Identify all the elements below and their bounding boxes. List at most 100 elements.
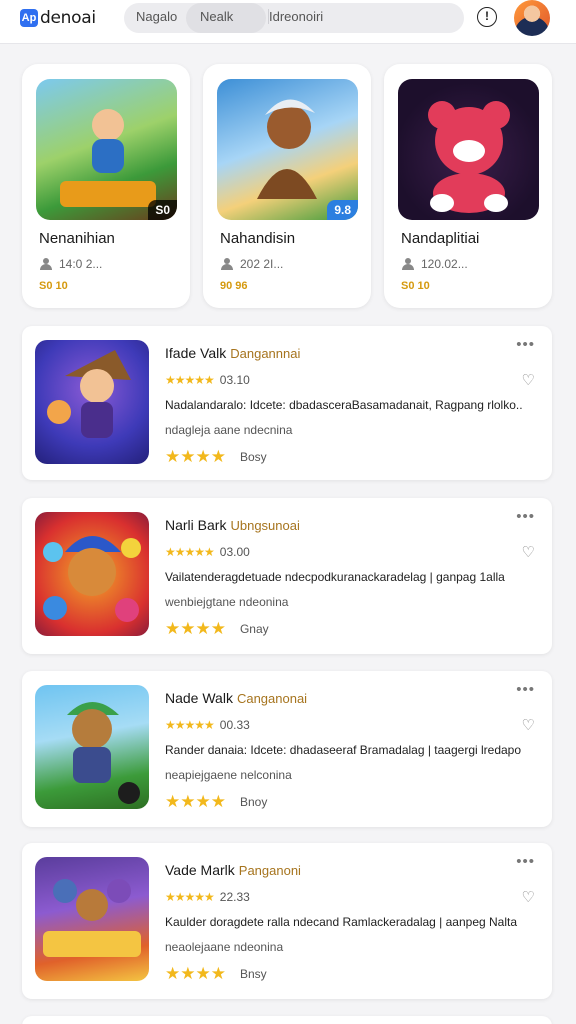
item-name: Nade Walk [165, 690, 233, 706]
item-footer: ★★★★ Bosy [165, 447, 267, 467]
item-subtitle: ndagleja aane ndecnina [165, 423, 293, 437]
item-name: Narli Bark [165, 517, 227, 533]
featured-price: S0 10 [401, 280, 430, 292]
installs-count: 120.02... [421, 257, 468, 271]
featured-installs: 120.02... [401, 257, 468, 271]
list-item-partial[interactable] [22, 1016, 552, 1024]
list-item[interactable]: Ifade Valk Dangannnai ★★★★★ 03.10 Nadalan… [22, 326, 552, 480]
item-footer: ★★★★ Gnay [165, 619, 269, 639]
game-art-illustration [43, 879, 141, 957]
rating-value: 03.00 [219, 545, 250, 559]
star-rating-icon: ★★★★★ [165, 545, 215, 559]
item-footer-text: Bosy [239, 450, 267, 464]
featured-game-art [398, 79, 539, 220]
star-rating-icon: ★★★★ [165, 619, 226, 638]
rating-badge: 9.8 [327, 200, 358, 220]
item-title: Narli Bark Ubngsunoai [165, 517, 300, 533]
item-name: Vade Marlk [165, 862, 235, 878]
help-icon[interactable]: ! [477, 7, 497, 27]
rating-value: 00.33 [219, 718, 250, 732]
list-item[interactable]: Vade Marlk Panganoni ★★★★★ 22.33 Kaulder … [22, 843, 552, 999]
person-icon [220, 258, 234, 270]
rating-value: 22.33 [219, 890, 250, 904]
logo-mark: Ap [20, 9, 38, 27]
installs-count: 14:0 2... [59, 257, 103, 271]
item-title: Nade Walk Canganonai [165, 690, 307, 706]
person-icon [401, 258, 415, 270]
segment-search-bar[interactable]: Nagalo Nealk Idreonoiri [124, 3, 464, 33]
star-rating-icon: ★★★★ [165, 964, 226, 983]
featured-price: 90 96 [220, 280, 248, 292]
game-art-illustration [67, 702, 140, 804]
game-art-illustration [257, 99, 317, 199]
rating-value: 03.10 [219, 373, 250, 387]
item-description: Vailatenderagdetuade ndecpodkuranackarad… [165, 570, 505, 584]
item-title: Ifade Valk Dangannnai [165, 345, 300, 361]
featured-game-art: 9.8 [217, 79, 358, 220]
item-rating: ★★★★★ 22.33 [165, 890, 250, 904]
item-rating: ★★★★★ 00.33 [165, 718, 250, 732]
featured-price: S0 10 [39, 280, 68, 292]
heart-icon[interactable]: ♡ [522, 543, 535, 561]
more-icon[interactable]: ••• [516, 853, 535, 870]
app-logo[interactable]: Ap denoai [20, 7, 96, 29]
item-footer: ★★★★ Bnsy [165, 964, 267, 984]
segment-tab-1[interactable]: Nagalo [136, 9, 177, 24]
item-subtitle: neaolejaane ndeonina [165, 940, 284, 954]
heart-icon[interactable]: ♡ [522, 888, 535, 906]
featured-game-art: S0 [36, 79, 177, 220]
game-thumbnail [35, 685, 149, 809]
featured-card[interactable]: S0 Nenanihian 14:0 2... S0 10 [22, 64, 190, 308]
logo-text: denoai [40, 8, 96, 28]
game-thumbnail [35, 340, 149, 464]
item-description: Rander danaia: Idcete: dhadaseeraf Brama… [165, 743, 522, 757]
segment-tab-3[interactable]: Idreonoiri [268, 9, 323, 24]
star-rating-icon: ★★★★★ [165, 718, 215, 732]
item-description: Nadalandaralo: Idcete: dbadasceraBasamad… [165, 398, 523, 412]
more-icon[interactable]: ••• [516, 508, 535, 525]
item-footer-text: Bnsy [239, 967, 267, 981]
more-icon[interactable]: ••• [516, 681, 535, 698]
game-art-illustration [60, 109, 156, 207]
game-thumbnail [35, 857, 149, 981]
star-rating-icon: ★★★★★ [165, 373, 215, 387]
item-subtitle: neapiejgaene nelconina [165, 768, 292, 782]
item-name: Ifade Valk [165, 345, 227, 361]
item-rating: ★★★★★ 03.10 [165, 373, 250, 387]
item-rating: ★★★★★ 03.00 [165, 545, 250, 559]
featured-installs: 14:0 2... [39, 257, 102, 271]
more-icon[interactable]: ••• [516, 336, 535, 353]
item-footer: ★★★★ Bnoy [165, 792, 267, 812]
item-developer[interactable]: Canganonai [237, 691, 307, 706]
featured-card[interactable]: Nandaplitiai 120.02... S0 10 [384, 64, 552, 308]
item-developer[interactable]: Panganoni [239, 863, 301, 878]
game-art-illustration [428, 101, 510, 213]
item-title: Vade Marlk Panganoni [165, 862, 301, 878]
item-description: Kaulder doragdete ralla ndecand Ramlacke… [165, 915, 518, 929]
item-developer[interactable]: Dangannnai [230, 346, 300, 361]
featured-title: Nandaplitiai [401, 230, 480, 247]
top-bar: Ap denoai Nagalo Nealk Idreonoiri ! [0, 0, 576, 44]
game-art-illustration [47, 350, 131, 438]
item-footer-text: Gnay [239, 622, 269, 636]
heart-icon[interactable]: ♡ [522, 716, 535, 734]
featured-card[interactable]: 9.8 Nahandisin 202 2I... 90 96 [203, 64, 371, 308]
featured-title: Nenanihian [39, 230, 115, 247]
star-rating-icon: ★★★★ [165, 792, 226, 811]
heart-icon[interactable]: ♡ [522, 371, 535, 389]
list-item[interactable]: Narli Bark Ubngsunoai ★★★★★ 03.00 Vailate… [22, 498, 552, 654]
item-footer-text: Bnoy [239, 795, 268, 809]
person-icon [39, 258, 53, 270]
item-subtitle: wenbiejgtane ndeonina [165, 595, 289, 609]
avatar[interactable] [514, 0, 550, 36]
star-rating-icon: ★★★★★ [165, 890, 215, 904]
game-art-illustration [43, 536, 141, 622]
segment-tab-2[interactable]: Nealk [186, 3, 266, 33]
featured-title: Nahandisin [220, 230, 296, 247]
featured-installs: 202 2I... [220, 257, 283, 271]
star-rating-icon: ★★★★ [165, 447, 226, 466]
item-developer[interactable]: Ubngsunoai [230, 518, 299, 533]
installs-count: 202 2I... [240, 257, 284, 271]
list-item[interactable]: Nade Walk Canganonai ★★★★★ 00.33 Rander d… [22, 671, 552, 827]
game-thumbnail [35, 512, 149, 636]
